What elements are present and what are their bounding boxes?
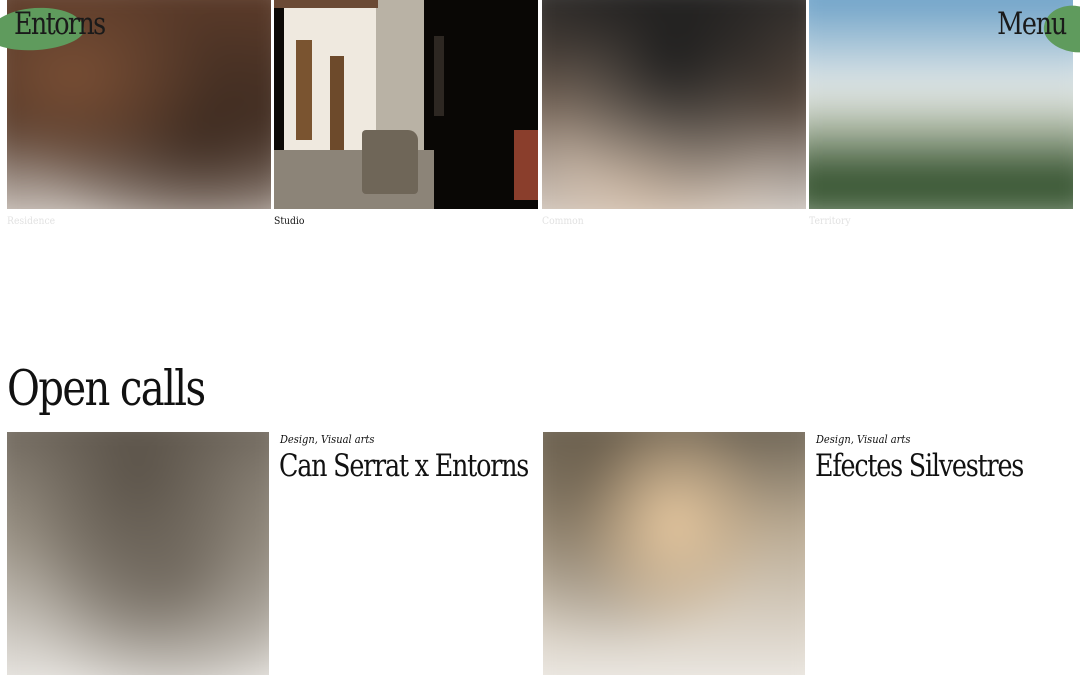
open-call-card[interactable]: Design, Visual arts Efectes Silvestres (543, 432, 1073, 675)
section-title-open-calls: Open calls (7, 360, 206, 417)
menu-button[interactable]: Menu (997, 6, 1067, 42)
space-card-studio[interactable]: Studio (274, 0, 538, 227)
open-call-categories: Design, Visual arts (816, 432, 911, 446)
space-label: Residence (7, 215, 56, 227)
space-image-studio (274, 0, 538, 209)
space-card-common[interactable]: Common (542, 0, 806, 227)
open-call-title[interactable]: Efectes Silvestres (815, 448, 1024, 484)
open-call-categories: Design, Visual arts (280, 432, 375, 446)
open-call-card[interactable]: Design, Visual arts Can Serrat x Entorns (7, 432, 537, 675)
space-label: Territory (809, 215, 851, 227)
open-call-title[interactable]: Can Serrat x Entorns (279, 448, 529, 484)
open-call-image (543, 432, 805, 675)
space-label: Studio (274, 215, 305, 227)
site-logo[interactable]: Entorns (14, 6, 106, 42)
open-call-image (7, 432, 269, 675)
space-label: Common (542, 215, 584, 227)
space-image-common (542, 0, 806, 209)
